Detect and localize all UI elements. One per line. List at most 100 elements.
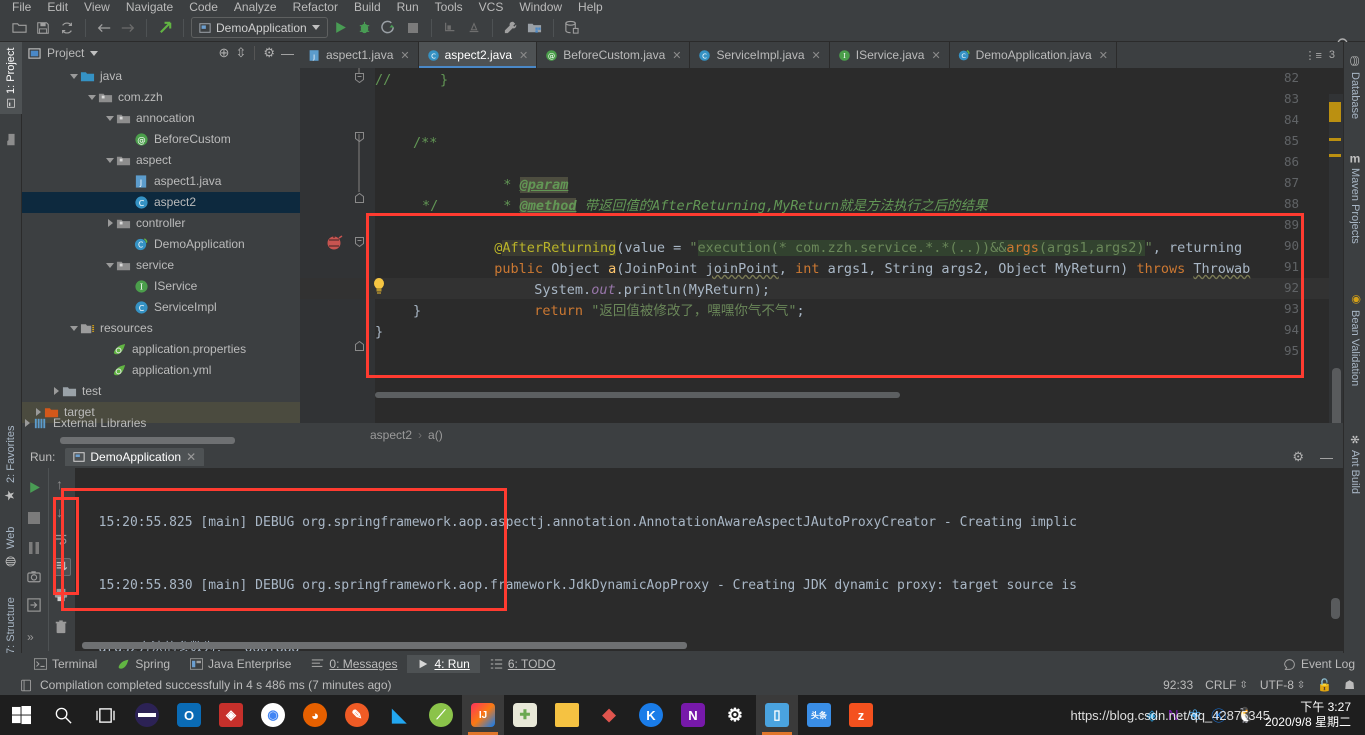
phone-link-icon[interactable]: ▯ bbox=[756, 695, 798, 735]
chevron-right-icon[interactable] bbox=[105, 218, 116, 229]
back-icon[interactable] bbox=[93, 17, 115, 39]
close-icon[interactable]: ✕ bbox=[672, 49, 681, 62]
breadcrumb[interactable]: aspect2 › a() bbox=[300, 423, 1343, 446]
project-view-chevron-down-icon[interactable] bbox=[90, 50, 99, 56]
tree-row-iservice[interactable]: I IService bbox=[22, 276, 300, 297]
expand-icon[interactable]: » bbox=[27, 630, 34, 644]
close-icon[interactable]: ✕ bbox=[400, 49, 409, 62]
menu-item-code[interactable]: Code bbox=[181, 1, 226, 14]
editor-tab-beforecustom[interactable]: @ BeforeCustom.java ✕ bbox=[537, 42, 691, 68]
event-log-button[interactable]: Event Log bbox=[1273, 655, 1365, 673]
soft-wrap-icon[interactable] bbox=[54, 532, 68, 549]
menu-item-view[interactable]: View bbox=[76, 1, 118, 14]
sidebar-item-project[interactable]: 1: Project bbox=[0, 42, 22, 114]
tree-row-aspect2[interactable]: C aspect2 bbox=[22, 192, 300, 213]
menu-item-build[interactable]: Build bbox=[346, 1, 389, 14]
tree-row-controller[interactable]: controller bbox=[22, 213, 300, 234]
stripe-mark-warning[interactable] bbox=[1329, 102, 1341, 122]
editor-tab-demoapplication[interactable]: C DemoApplication.java ✕ bbox=[950, 42, 1117, 68]
code-lines[interactable]: // } /** * @param * @method 带返回值的AfterRe… bbox=[375, 68, 1250, 423]
tree-row-comzzh[interactable]: com.zzh bbox=[22, 87, 300, 108]
menu-item-run[interactable]: Run bbox=[389, 1, 427, 14]
stripe-mark-2[interactable] bbox=[1329, 154, 1341, 157]
menu-item-file[interactable]: File bbox=[4, 1, 39, 14]
navicat-icon[interactable]: ⟋ bbox=[420, 695, 462, 735]
sidebar-item-bean-validation[interactable]: ◉ Bean Validation bbox=[1344, 287, 1365, 415]
tree-row-test[interactable]: test bbox=[22, 381, 300, 402]
editor-tab-overflow[interactable]: ⋮≡ 3 bbox=[1304, 42, 1343, 68]
chevron-right-icon[interactable] bbox=[51, 386, 62, 397]
run-coverage-icon[interactable] bbox=[378, 17, 400, 39]
sidebar-item-database[interactable]: ⛁ Database bbox=[1344, 48, 1365, 124]
run-icon[interactable] bbox=[330, 17, 352, 39]
forward-icon[interactable] bbox=[117, 17, 139, 39]
stripe-mark-1[interactable] bbox=[1329, 138, 1341, 141]
close-icon[interactable]: ✕ bbox=[931, 49, 940, 62]
unlock-icon[interactable]: 🔓 bbox=[1317, 678, 1332, 692]
editor-tab-aspect2[interactable]: C aspect2.java ✕ bbox=[418, 42, 538, 68]
trash-icon[interactable] bbox=[54, 620, 68, 637]
editor-horizontal-scrollbar[interactable] bbox=[375, 392, 900, 398]
code-editor[interactable]: 82 83 84 85 86 87 88 89 90 91 92 93 94 9… bbox=[300, 68, 1343, 423]
encoding-chevron-icon[interactable]: ⇳ bbox=[1297, 680, 1305, 691]
sidebar-item-favorites[interactable]: ★ 2: Favorites bbox=[0, 412, 22, 508]
tab-list-icon[interactable]: ⋮≡ bbox=[1304, 49, 1321, 62]
intellij-idea-icon[interactable]: IJ bbox=[462, 695, 504, 735]
chevron-right-icon[interactable] bbox=[22, 418, 33, 429]
close-icon[interactable]: ✕ bbox=[812, 49, 821, 62]
stop-icon[interactable] bbox=[402, 17, 424, 39]
tree-row-serviceimpl[interactable]: C ServiceImpl bbox=[22, 297, 300, 318]
chevron-down-icon[interactable] bbox=[69, 71, 80, 82]
bottom-tab-spring[interactable]: Spring bbox=[107, 655, 180, 673]
start-button[interactable] bbox=[0, 695, 42, 735]
menu-item-vcs[interactable]: VCS bbox=[471, 1, 512, 14]
print-icon[interactable] bbox=[54, 588, 68, 605]
sidebar-item-maven[interactable]: m Maven Projects bbox=[1344, 147, 1365, 267]
toutiao-icon[interactable]: 头条 bbox=[798, 695, 840, 735]
chevron-down-icon[interactable] bbox=[105, 155, 116, 166]
open-icon[interactable] bbox=[8, 17, 30, 39]
chrome-icon[interactable]: ◉ bbox=[252, 695, 294, 735]
editor-tab-iservice[interactable]: I IService.java ✕ bbox=[830, 42, 950, 68]
down-icon[interactable]: ↓ bbox=[56, 504, 63, 520]
bottom-tab-terminal[interactable]: Terminal bbox=[24, 655, 107, 673]
bottom-tab-java-enterprise[interactable]: Java Enterprise bbox=[180, 655, 301, 673]
settings-wrench-icon[interactable] bbox=[500, 17, 522, 39]
gear-icon[interactable]: ⚙ bbox=[1292, 449, 1310, 465]
editor-tab-aspect1[interactable]: J aspect1.java ✕ bbox=[300, 42, 419, 68]
chevron-down-icon[interactable] bbox=[311, 25, 320, 30]
hide-icon[interactable]: — bbox=[281, 46, 294, 61]
tree-row-java[interactable]: java bbox=[22, 66, 300, 87]
fold-end-icon[interactable] bbox=[355, 340, 364, 354]
tree-row-beforecustom[interactable]: @ BeforeCustom bbox=[22, 129, 300, 150]
locate-icon[interactable]: ⊕ bbox=[219, 45, 230, 61]
settings-icon[interactable]: ⚙ bbox=[714, 695, 756, 735]
tree-row-aspect1[interactable]: J aspect1.java bbox=[22, 171, 300, 192]
fold-comment-end-icon[interactable] bbox=[355, 192, 364, 206]
search-icon[interactable] bbox=[42, 695, 84, 735]
everything-icon[interactable]: ◆ bbox=[588, 695, 630, 735]
zhihu-icon[interactable]: z bbox=[840, 695, 882, 735]
run-configuration-selector[interactable]: DemoApplication bbox=[191, 17, 328, 38]
hide-icon[interactable]: — bbox=[1320, 450, 1343, 465]
kugou-icon[interactable]: K bbox=[630, 695, 672, 735]
sidebar-item-web[interactable]: ◍ Web bbox=[0, 514, 22, 574]
tree-row-resources[interactable]: resources bbox=[22, 318, 300, 339]
export-icon[interactable] bbox=[27, 598, 41, 615]
database-sync-icon[interactable] bbox=[561, 17, 583, 39]
caret-position[interactable]: 92:33 bbox=[1163, 678, 1193, 692]
close-icon[interactable]: ✕ bbox=[519, 49, 528, 62]
tree-row-application-properties[interactable]: application.properties bbox=[22, 339, 300, 360]
menu-item-edit[interactable]: Edit bbox=[39, 1, 76, 14]
taskbar-clock[interactable]: 下午 3:27 2020/9/8 星期二 bbox=[1265, 700, 1359, 730]
breakpoint-run-icon[interactable] bbox=[326, 234, 344, 253]
project-structure-icon[interactable] bbox=[524, 17, 546, 39]
bottom-tab-run[interactable]: 4: Run bbox=[407, 655, 480, 673]
redis-icon[interactable]: ◈ bbox=[210, 695, 252, 735]
project-tree[interactable]: java com.zzh annocation @ BeforeCustom a… bbox=[22, 64, 300, 434]
editor-vertical-scrollbar[interactable] bbox=[1332, 368, 1341, 423]
profile-alt-icon[interactable] bbox=[463, 17, 485, 39]
line-separator[interactable]: CRLF bbox=[1205, 678, 1236, 692]
line-separator-chevron-icon[interactable]: ⇳ bbox=[1240, 680, 1248, 691]
file-explorer-icon[interactable] bbox=[546, 695, 588, 735]
